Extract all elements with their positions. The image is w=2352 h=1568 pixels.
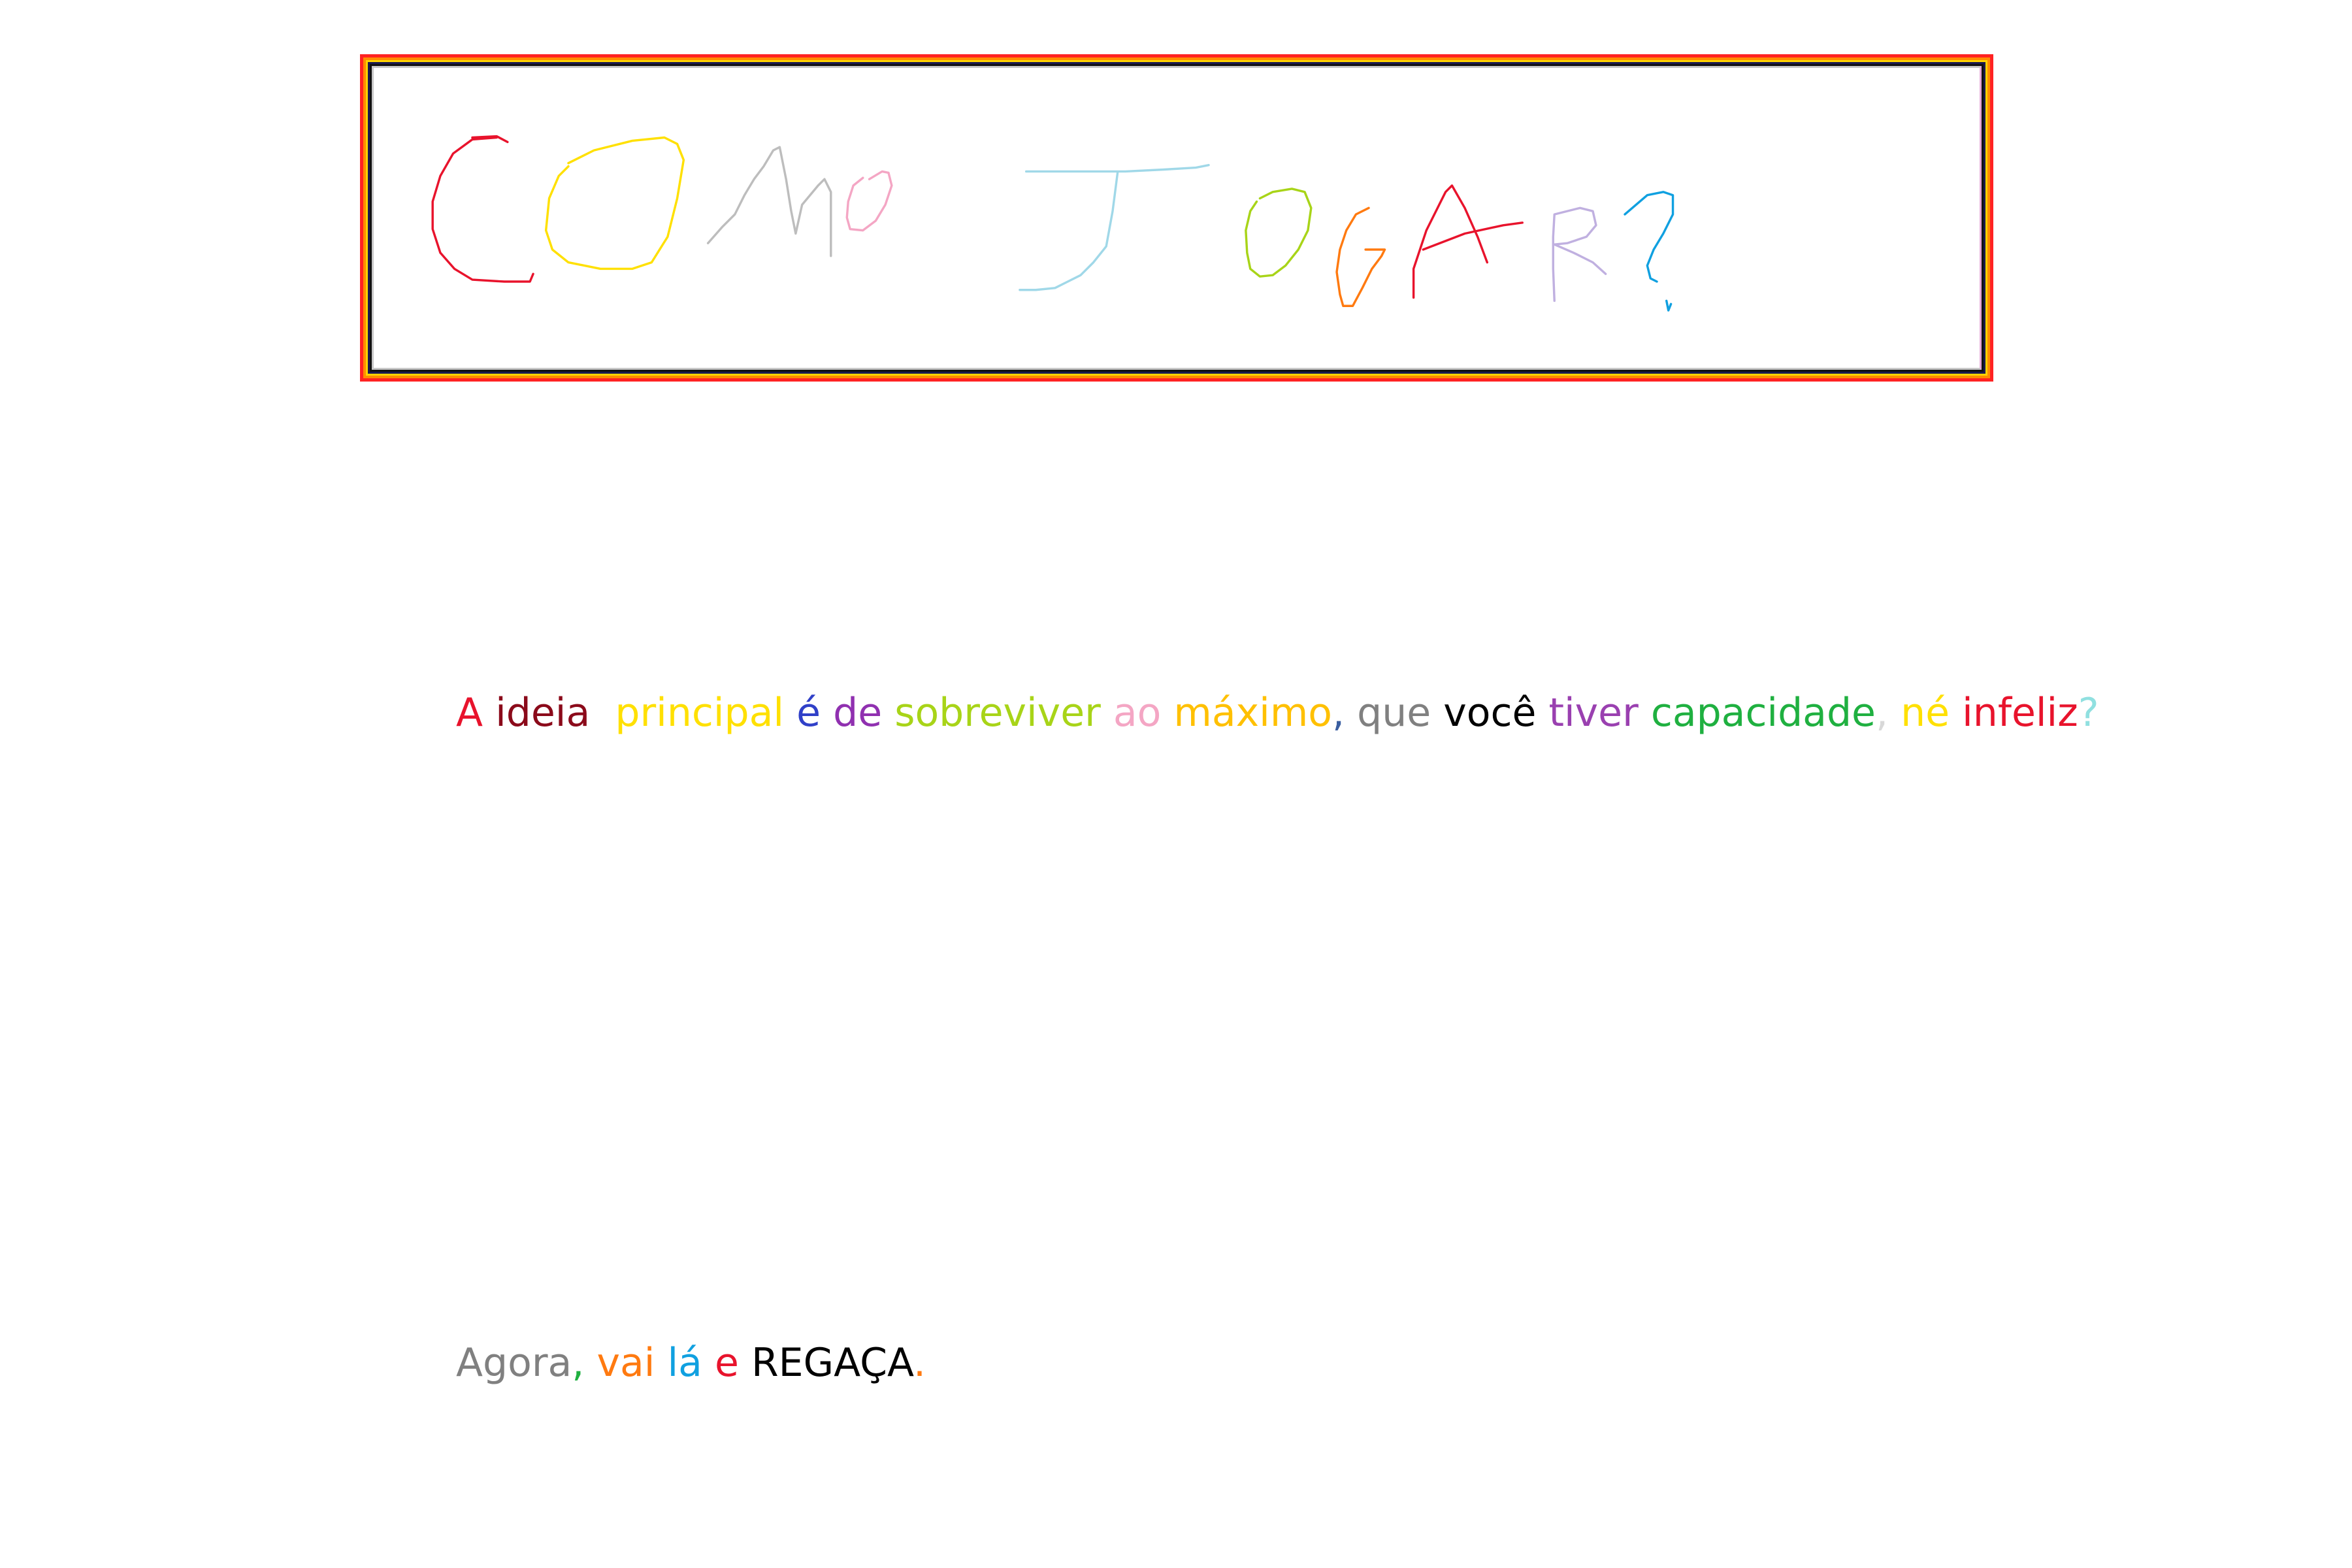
word: ? — [2078, 690, 2099, 736]
letter-a — [1412, 184, 1524, 299]
word: , — [1331, 690, 1345, 736]
letter-o-3 — [1245, 188, 1313, 278]
word: né — [1901, 690, 1950, 736]
word: , — [1875, 690, 1889, 736]
word — [882, 690, 894, 736]
word — [1639, 690, 1651, 736]
closing-paragraph: Agora, vai lá e REGAÇA. — [456, 1333, 1933, 1393]
word: máximo — [1173, 690, 1332, 736]
word: vai — [596, 1340, 655, 1386]
letter-g — [1335, 206, 1386, 307]
word: , — [572, 1340, 585, 1386]
word: tiver — [1548, 690, 1639, 736]
word: é — [796, 690, 821, 736]
word — [784, 690, 796, 736]
letter-c — [431, 136, 534, 283]
handwritten-title — [431, 135, 1674, 312]
word — [1888, 690, 1901, 736]
word — [1345, 690, 1357, 736]
word: REGAÇA — [751, 1340, 913, 1386]
title-banner — [360, 54, 1993, 382]
word: de — [833, 690, 883, 736]
word — [1161, 690, 1173, 736]
word: . — [913, 1340, 926, 1386]
word: Agora — [456, 1340, 572, 1386]
letter-o-1 — [544, 136, 685, 270]
word — [1431, 690, 1443, 736]
word: lá — [667, 1340, 702, 1386]
word — [655, 1340, 667, 1386]
instructions-paragraph: A ideia principal é de sobreviver ao máx… — [456, 683, 2099, 743]
word: ao — [1113, 690, 1162, 736]
word — [702, 1340, 715, 1386]
word: principal — [615, 690, 785, 736]
word — [584, 1340, 596, 1386]
word: sobreviver — [894, 690, 1101, 736]
word: que — [1357, 690, 1431, 736]
word: infeliz — [1962, 690, 2078, 736]
word — [1950, 690, 1962, 736]
word — [1101, 690, 1113, 736]
word — [483, 690, 495, 736]
word — [590, 690, 615, 736]
letter-j — [1019, 163, 1210, 291]
letter-r — [1552, 206, 1607, 302]
letter-question — [1624, 191, 1674, 283]
word — [1536, 690, 1548, 736]
letter-m — [706, 146, 832, 257]
word — [739, 1340, 751, 1386]
letter-o-2 — [845, 170, 893, 232]
word: você — [1443, 690, 1537, 736]
word: e — [714, 1340, 739, 1386]
word: ideia — [495, 690, 591, 736]
word: A — [456, 690, 483, 736]
word: capacidade — [1650, 690, 1876, 736]
word — [821, 690, 833, 736]
